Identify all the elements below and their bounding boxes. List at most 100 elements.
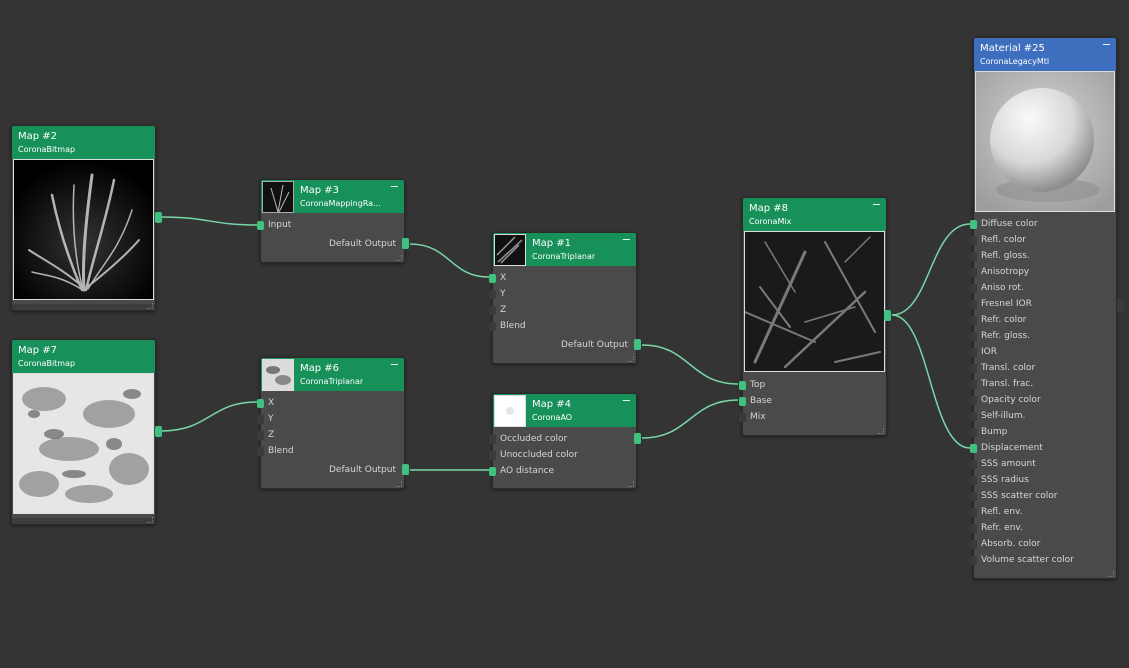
resize-grip[interactable]	[1108, 571, 1114, 577]
resize-grip[interactable]	[628, 356, 634, 362]
collapse-button[interactable]: −	[622, 234, 631, 245]
input-port[interactable]	[970, 540, 977, 549]
resize-grip[interactable]	[147, 517, 153, 523]
input-port[interactable]	[970, 364, 977, 373]
input-port[interactable]	[489, 435, 496, 444]
resize-grip[interactable]	[396, 255, 402, 261]
node-header[interactable]: Map #3 CoronaMappingRa... −	[261, 180, 404, 213]
node-map4[interactable]: Map #4 CoronaAO − Occluded color Unocclu…	[489, 393, 641, 489]
input-port[interactable]	[257, 415, 264, 424]
node-thumbnail	[262, 359, 294, 391]
node-map6[interactable]: Map #6 CoronaTriplanar − X Y Z Blend Def…	[257, 357, 409, 489]
input-port[interactable]	[970, 300, 977, 309]
input-port[interactable]	[970, 428, 977, 437]
node-map7[interactable]: Map #7 CoronaBitmap	[11, 339, 162, 525]
output-port[interactable]	[634, 339, 641, 350]
input-port[interactable]	[489, 306, 496, 315]
output-port[interactable]	[402, 238, 409, 249]
node-header[interactable]: Map #7 CoronaBitmap	[12, 340, 155, 373]
input-port[interactable]	[970, 332, 977, 341]
wire-map8-displacement	[891, 314, 971, 449]
input-label: Diffuse color	[981, 219, 1038, 229]
node-editor-canvas[interactable]: Map #2 CoronaBitmap Map #7 CoronaBitmap	[0, 0, 1129, 668]
material-input-row: Aniso rot.	[970, 280, 1116, 296]
node-header[interactable]: Map #1 CoronaTriplanar −	[493, 233, 636, 266]
input-port[interactable]	[257, 431, 264, 440]
input-port[interactable]	[970, 412, 977, 421]
input-port[interactable]	[739, 413, 746, 422]
input-port[interactable]	[970, 236, 977, 245]
node-type: CoronaMappingRa...	[300, 199, 381, 208]
node-map8[interactable]: Map #8 CoronaMix − Top Base Mix	[739, 197, 891, 436]
input-port[interactable]	[489, 274, 496, 283]
input-port[interactable]	[489, 290, 496, 299]
node-material[interactable]: Material #25 CoronaLegacyMtl − Diffuse c…	[970, 37, 1117, 579]
input-port[interactable]	[970, 476, 977, 485]
input-port[interactable]	[257, 221, 264, 230]
resize-grip[interactable]	[396, 481, 402, 487]
input-label: Y	[500, 289, 506, 299]
output-label: Default Output	[328, 239, 396, 249]
collapse-button[interactable]: −	[390, 359, 399, 370]
output-port[interactable]	[634, 433, 641, 444]
input-port[interactable]	[970, 284, 977, 293]
input-port[interactable]	[970, 268, 977, 277]
input-port[interactable]	[970, 444, 977, 453]
input-port[interactable]	[489, 467, 496, 476]
wire-map3-map1	[409, 243, 490, 278]
node-header[interactable]: Map #8 CoronaMix −	[743, 198, 886, 231]
input-port[interactable]	[970, 508, 977, 517]
input-row: Occluded color	[489, 431, 641, 447]
input-port[interactable]	[970, 316, 977, 325]
output-port[interactable]	[155, 426, 162, 437]
material-preview-sphere	[975, 71, 1115, 212]
material-output-port[interactable]	[1117, 298, 1124, 312]
node-header[interactable]: Map #2 CoronaBitmap	[12, 126, 155, 159]
material-input-row: Refl. env.	[970, 504, 1116, 520]
material-input-row: Absorb. color	[970, 536, 1116, 552]
node-header[interactable]: Material #25 CoronaLegacyMtl −	[974, 38, 1116, 71]
input-port[interactable]	[970, 492, 977, 501]
material-input-row: SSS radius	[970, 472, 1116, 488]
input-label: Refr. gloss.	[981, 331, 1031, 341]
input-port[interactable]	[257, 399, 264, 408]
input-port[interactable]	[257, 447, 264, 456]
node-map1[interactable]: Map #1 CoronaTriplanar − X Y Z Blend Def…	[489, 232, 641, 364]
input-port[interactable]	[970, 556, 977, 565]
output-port[interactable]	[155, 212, 162, 223]
output-port[interactable]	[884, 310, 891, 321]
node-map3[interactable]: Map #3 CoronaMappingRa... − Input Defaul…	[257, 179, 409, 263]
input-port[interactable]	[970, 380, 977, 389]
node-map2[interactable]: Map #2 CoronaBitmap	[11, 125, 162, 311]
input-label: Refl. gloss.	[981, 251, 1030, 261]
material-input-row: Transl. color	[970, 360, 1116, 376]
input-row: X	[489, 270, 636, 286]
node-thumbnail	[494, 395, 526, 427]
input-port[interactable]	[970, 460, 977, 469]
input-port[interactable]	[739, 381, 746, 390]
input-row: X	[257, 395, 404, 411]
material-input-row: Self-illum.	[970, 408, 1116, 424]
input-port[interactable]	[970, 252, 977, 261]
collapse-button[interactable]: −	[390, 181, 399, 192]
input-port[interactable]	[970, 220, 977, 229]
resize-grip[interactable]	[878, 428, 884, 434]
input-port[interactable]	[489, 451, 496, 460]
input-label: Absorb. color	[981, 539, 1041, 549]
resize-grip[interactable]	[147, 303, 153, 309]
collapse-button[interactable]: −	[872, 199, 881, 210]
input-port[interactable]	[970, 524, 977, 533]
input-port[interactable]	[489, 322, 496, 331]
input-port[interactable]	[739, 397, 746, 406]
material-input-row: Fresnel IOR	[970, 296, 1116, 312]
input-port[interactable]	[970, 396, 977, 405]
node-header[interactable]: Map #4 CoronaAO −	[493, 394, 636, 427]
collapse-button[interactable]: −	[1102, 39, 1111, 50]
collapse-button[interactable]: −	[622, 395, 631, 406]
input-port[interactable]	[970, 348, 977, 357]
input-label: Z	[500, 305, 507, 315]
node-header[interactable]: Map #6 CoronaTriplanar −	[261, 358, 404, 391]
input-label: Self-illum.	[981, 411, 1026, 421]
resize-grip[interactable]	[628, 481, 634, 487]
output-port[interactable]	[402, 464, 409, 475]
